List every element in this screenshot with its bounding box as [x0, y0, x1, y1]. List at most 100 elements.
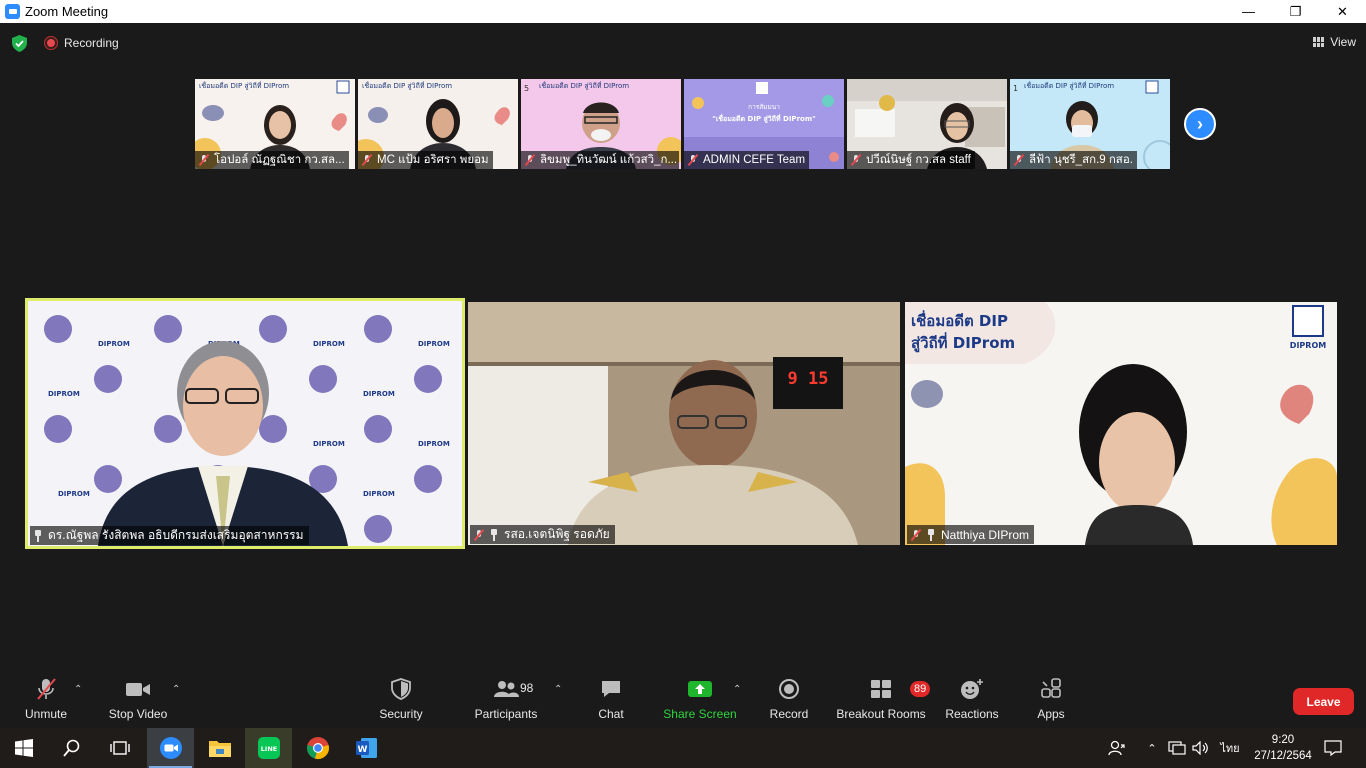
share-screen-button[interactable]: Share Screen [660, 676, 740, 721]
windows-start-icon[interactable] [0, 728, 47, 768]
reactions-label: Reactions [945, 707, 999, 721]
backdrop-logo-text: DIPROM [58, 490, 90, 498]
window-title: Zoom Meeting [25, 4, 109, 19]
mic-muted-icon [198, 154, 210, 166]
thumbnail-name-label: ปวีณ์นิษฐ์ กว.สล staff [847, 151, 975, 169]
thumbnail-name-label: MC แป้ม อริศรา พยอม [358, 151, 493, 169]
participant-thumbnail[interactable]: เชื่อมอดีต DIP สู่วิถีที่ DIProm MC แป้ม… [358, 79, 518, 169]
participant-name: MC แป้ม อริศรา พยอม [377, 154, 489, 166]
mic-muted-icon [850, 154, 862, 166]
leave-button[interactable]: Leave [1293, 688, 1354, 715]
search-icon[interactable] [48, 728, 95, 768]
speaker-name: รสอ.เจตนิพิฐ รอดภัย [504, 527, 610, 541]
record-button[interactable]: Record [766, 676, 812, 721]
mic-muted-icon [473, 529, 485, 541]
participant-name: ปวีณ์นิษฐ์ กว.สล staff [866, 154, 971, 166]
mic-muted-icon [1013, 154, 1025, 166]
speaker-tile-active[interactable]: DIPROM DIPROM DIPROM DIPROM DIPROM DIPRO… [25, 298, 465, 549]
audio-options-caret-icon[interactable]: ⌃ [74, 684, 82, 695]
chat-button[interactable]: Chat [592, 676, 630, 721]
people-icon[interactable] [1106, 728, 1128, 768]
wall-clock-readout: 9 15 [788, 369, 829, 389]
unmute-button[interactable]: Unmute [18, 676, 74, 721]
view-label: View [1330, 35, 1356, 49]
backdrop-logo-text: DIPROM [418, 340, 450, 348]
clock-time: 9:20 [1271, 734, 1295, 746]
network-icon[interactable] [1166, 728, 1188, 768]
record-label: Record [769, 707, 809, 721]
security-label: Security [379, 707, 423, 721]
speaker-name-label: Natthiya DIProm [907, 525, 1035, 544]
view-button[interactable]: View [1313, 35, 1356, 49]
notifications-icon[interactable] [1320, 728, 1346, 768]
reactions-smiley-icon [961, 679, 983, 699]
mic-muted-icon [524, 154, 536, 166]
speaker-name-label: ดร.ณัฐพล รังสิตพล อธิบดีกรมส่งเสริมอุตสา… [30, 526, 309, 545]
meeting-controls: Unmute ⌃ Stop Video ⌃ Security 98 Partic… [0, 676, 1366, 728]
word-app-icon[interactable]: W [343, 728, 390, 768]
maximize-button[interactable]: ❐ [1272, 0, 1319, 23]
thumb-banner-text: เชื่อมอดีต DIP สู่วิถีที่ DIProm [1024, 81, 1114, 90]
speaker-tile[interactable]: 9 15 รสอ.เจตนิพิฐ รอดภัย [468, 302, 900, 545]
participant-thumbnail[interactable]: การสัมมนา "เชื่อมอดีต DIP สู่วิถีที่ DIP… [684, 79, 844, 169]
security-button[interactable]: Security [374, 676, 428, 721]
mic-muted-icon [37, 678, 56, 700]
participant-name: ลีฟ้า นุชรี_สก.9 กสอ. [1029, 154, 1133, 166]
chat-bubble-icon [602, 681, 620, 697]
minimize-button[interactable]: — [1225, 0, 1272, 23]
input-language-indicator[interactable]: ไทย [1216, 728, 1244, 768]
thumb-banner-text: เชื่อมอดีต DIP สู่วิถีที่ DIProm [199, 81, 289, 90]
breakout-rooms-button[interactable]: 89 Breakout Rooms [836, 676, 931, 721]
participants-button[interactable]: 98 Participants [472, 676, 540, 721]
security-shield-icon [391, 678, 411, 700]
security-shield-icon[interactable] [12, 35, 27, 52]
recording-dot-icon [44, 36, 58, 50]
breakout-rooms-label: Breakout Rooms [836, 707, 926, 721]
taskbar-clock[interactable]: 9:20 27/12/2564 [1248, 732, 1318, 764]
speaker-name: ดร.ณัฐพล รังสิตพล อธิบดีกรมส่งเสริมอุตสา… [48, 528, 304, 542]
admin-subtitle-text: "เชื่อมอดีต DIP สู่วิถีที่ DIProm" [712, 113, 816, 124]
speaker-video: เชื่อมอดีต DIP สู่วิถีที่ DIProm DIPROM [905, 302, 1337, 545]
record-icon [779, 679, 799, 699]
speaker-video: DIPROM DIPROM DIPROM DIPROM DIPROM DIPRO… [28, 301, 462, 546]
video-options-caret-icon[interactable]: ⌃ [172, 684, 180, 695]
chrome-browser-icon[interactable] [294, 728, 341, 768]
file-explorer-icon[interactable] [196, 728, 243, 768]
recording-indicator[interactable]: Recording [44, 36, 119, 50]
apps-button[interactable]: Apps [1034, 676, 1068, 721]
participant-name: โอปอล์ ณัฏฐณิชา กว.สล... [214, 154, 345, 166]
participant-thumbnail[interactable]: 1 เชื่อมอดีต DIP สู่วิถีที่ DIProm ลีฟ้า… [1010, 79, 1170, 169]
speaker-video: 9 15 [468, 302, 900, 545]
mic-muted-icon [687, 154, 699, 166]
show-hidden-icons-chevron-icon[interactable]: ⌃ [1144, 728, 1160, 768]
backdrop-logo-text: DIPROM [313, 440, 345, 448]
participant-thumbnail[interactable]: ปวีณ์นิษฐ์ กว.สล staff [847, 79, 1007, 169]
zoom-taskbar-icon[interactable] [147, 728, 194, 768]
banner-line-1: เชื่อมอดีต DIP [911, 310, 1008, 330]
share-options-caret-icon[interactable]: ⌃ [733, 684, 741, 695]
speaker-tile[interactable]: เชื่อมอดีต DIP สู่วิถีที่ DIProm DIPROM … [905, 302, 1337, 545]
breakout-rooms-grid-icon [871, 680, 891, 698]
thumb-banner-text: เชื่อมอดีต DIP สู่วิถีที่ DIProm [362, 81, 452, 90]
pin-icon [33, 529, 43, 542]
stop-video-label: Stop Video [108, 707, 168, 721]
close-button[interactable]: ✕ [1319, 0, 1366, 23]
apps-label: Apps [1037, 707, 1065, 721]
participants-options-caret-icon[interactable]: ⌃ [554, 684, 562, 695]
reactions-button[interactable]: Reactions [944, 676, 1000, 721]
line-app-icon[interactable]: LINE [245, 728, 292, 768]
thumb-page-number: 1 [1013, 84, 1018, 93]
participant-thumbnail[interactable]: เชื่อมอดีต DIP สู่วิถีที่ DIProm โอปอล์ … [195, 79, 355, 169]
meeting-topbar: Recording View [0, 23, 1366, 63]
participants-count: 98 [520, 681, 534, 695]
participant-thumbnail[interactable]: 5 เชื่อมอดีต DIP สู่วิถีที่ DIProm ลิขมพ… [521, 79, 681, 169]
task-view-icon[interactable] [96, 728, 143, 768]
backdrop-logo-text: DIPROM [313, 340, 345, 348]
chat-label: Chat [598, 707, 624, 721]
backdrop-logo-text: DIPROM [418, 440, 450, 448]
next-page-chevron-icon[interactable]: › [1184, 108, 1216, 140]
participants-label: Participants [474, 707, 538, 721]
thumbnail-strip: เชื่อมอดีต DIP สู่วิถีที่ DIProm โอปอล์ … [195, 79, 1170, 169]
stop-video-button[interactable]: Stop Video [104, 676, 172, 721]
volume-icon[interactable] [1190, 728, 1212, 768]
